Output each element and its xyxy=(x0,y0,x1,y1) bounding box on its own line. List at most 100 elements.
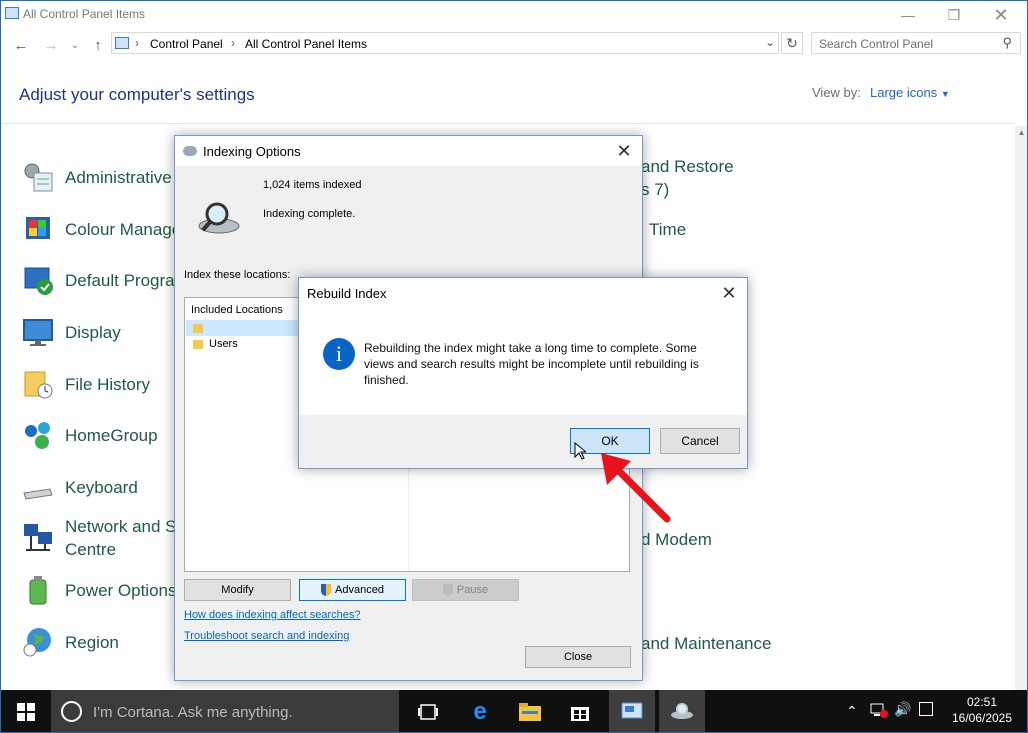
modify-button[interactable]: Modify xyxy=(184,579,291,601)
included-locations-header: Included Locations xyxy=(191,304,283,316)
crumb-separator-icon: › xyxy=(231,36,235,50)
up-button[interactable]: ↑ xyxy=(87,34,109,56)
cp-item-label: Power Options xyxy=(65,580,177,600)
troubleshoot-link[interactable]: Troubleshoot search and indexing xyxy=(184,630,349,642)
cp-item-label: Region xyxy=(65,632,119,652)
cortana-placeholder: I'm Cortana. Ask me anything. xyxy=(93,703,293,721)
clock-time: 02:51 xyxy=(966,695,998,709)
file-explorer-icon[interactable] xyxy=(507,690,553,732)
cp-item-label: Display xyxy=(65,322,121,342)
minimize-button[interactable]: — xyxy=(885,1,931,29)
cp-item-region[interactable]: Region xyxy=(21,622,119,662)
dialog-title: Indexing Options xyxy=(203,143,301,159)
dialog-close-button[interactable]: ✕ xyxy=(606,136,642,166)
clock-date: 16/06/2025 xyxy=(951,711,1013,725)
store-icon[interactable] xyxy=(557,690,603,732)
cp-item-label: Colour Manage xyxy=(65,219,182,239)
close-window-button[interactable]: ✕ xyxy=(978,1,1024,29)
shield-icon xyxy=(442,584,453,596)
search-icon: ⚲ xyxy=(1002,35,1012,50)
indexing-drive-icon xyxy=(197,198,241,243)
start-button[interactable] xyxy=(3,690,49,732)
crumb-all-items[interactable]: All Control Panel Items xyxy=(245,37,367,51)
crumb-separator-icon: › xyxy=(135,36,139,50)
edge-icon[interactable]: e xyxy=(457,690,503,732)
back-button[interactable]: ← xyxy=(10,34,32,56)
vertical-scrollbar[interactable]: ▲ xyxy=(1015,126,1027,691)
dialog-close-button[interactable]: ✕ xyxy=(711,278,747,308)
cp-item-display[interactable]: Display xyxy=(21,312,121,352)
indexing-icon xyxy=(183,146,197,156)
view-by-value: Large icons xyxy=(870,85,938,100)
indexing-help-link[interactable]: How does indexing affect searches? xyxy=(184,609,361,621)
colour-management-icon xyxy=(21,212,55,246)
cp-item-date-time[interactable]: Time xyxy=(649,218,686,241)
cp-item-backup-restore[interactable]: and Restore s 7) xyxy=(641,155,734,201)
shield-icon xyxy=(321,584,332,596)
file-history-icon xyxy=(21,367,55,401)
title-bar: All Control Panel Items — ❐ ✕ xyxy=(1,1,1027,29)
action-center-icon[interactable] xyxy=(919,702,933,716)
cp-item-label: Administrative xyxy=(65,167,172,187)
cp-item-administrative[interactable]: Administrative xyxy=(21,157,172,197)
address-bar[interactable]: › Control Panel › All Control Panel Item… xyxy=(111,32,779,54)
network-status-icon[interactable] xyxy=(870,701,888,718)
cp-item-label: Default Progra xyxy=(65,270,175,290)
cp-item-power-options[interactable]: Power Options xyxy=(21,570,177,610)
location-row-users[interactable]: Users xyxy=(193,338,238,350)
indexing-status: Indexing complete. xyxy=(263,208,356,220)
dialog-title: Rebuild Index xyxy=(307,285,387,301)
cortana-icon xyxy=(61,701,82,722)
cp-item-label: HomeGroup xyxy=(65,425,158,445)
location-label: Users xyxy=(209,338,238,350)
indexing-taskbar-icon[interactable] xyxy=(659,690,705,732)
recent-locations-icon[interactable]: ⌄ xyxy=(64,34,86,56)
annotation-arrow xyxy=(601,453,671,523)
refresh-button[interactable]: ↻ xyxy=(781,32,803,54)
cp-item-security-maintenance[interactable]: and Maintenance xyxy=(641,632,771,655)
items-indexed-count: 1,024 items indexed xyxy=(263,179,362,191)
close-button[interactable]: Close xyxy=(525,646,631,668)
region-icon xyxy=(21,625,55,659)
volume-icon[interactable]: 🔊 xyxy=(894,701,911,718)
advanced-button[interactable]: Advanced xyxy=(299,579,406,601)
control-panel-taskbar-icon[interactable] xyxy=(609,690,655,732)
cp-item-label-2: Centre xyxy=(65,540,117,559)
rebuild-message: Rebuilding the index might take a long t… xyxy=(364,341,699,387)
cp-item-default-programs[interactable]: Default Progra xyxy=(21,260,175,300)
clock[interactable]: 02:51 16/06/2025 xyxy=(947,694,1017,726)
address-dropdown-icon[interactable]: ⌄ xyxy=(765,35,775,49)
page-title: Adjust your computer's settings xyxy=(19,85,255,104)
cp-item-colour-management[interactable]: Colour Manage xyxy=(21,209,181,249)
pause-button[interactable]: Pause xyxy=(412,579,519,601)
location-row-selected[interactable] xyxy=(186,320,304,336)
info-icon: i xyxy=(323,338,355,370)
task-view-icon[interactable] xyxy=(405,690,451,732)
power-options-icon xyxy=(21,573,55,607)
search-input[interactable]: Search Control Panel ⚲ xyxy=(811,32,1021,54)
show-hidden-icons[interactable]: ⌃ xyxy=(846,703,858,720)
display-icon xyxy=(21,315,55,349)
maximize-button[interactable]: ❐ xyxy=(931,1,977,29)
locations-label: Index these locations: xyxy=(184,269,291,281)
admin-tools-icon xyxy=(21,160,55,194)
address-cp-icon xyxy=(115,37,129,49)
cp-item-label: File History xyxy=(65,374,151,394)
folder-icon xyxy=(193,339,203,349)
cp-item-homegroup[interactable]: HomeGroup xyxy=(21,415,158,455)
cp-item-file-history[interactable]: File History xyxy=(21,364,150,404)
cp-item-phone-modem[interactable]: d Modem xyxy=(641,528,712,551)
mouse-cursor-icon xyxy=(574,441,588,465)
cortana-search-box[interactable]: I'm Cortana. Ask me anything. xyxy=(51,690,399,732)
cp-item-network[interactable]: Network and S Centre xyxy=(21,514,177,562)
dialog-title-bar: Indexing Options xyxy=(175,136,642,166)
control-panel-icon xyxy=(5,7,19,19)
dialog-title-bar: Rebuild Index xyxy=(299,278,747,308)
view-by-dropdown[interactable]: Large icons ▼ xyxy=(870,85,950,100)
cp-item-keyboard[interactable]: Keyboard xyxy=(21,467,138,507)
crumb-control-panel[interactable]: Control Panel xyxy=(150,37,223,51)
view-by-label: View by: xyxy=(812,85,861,100)
forward-button[interactable]: → xyxy=(40,34,62,56)
scroll-up-icon[interactable]: ▲ xyxy=(1015,128,1027,137)
cp-item-label: and Restore xyxy=(641,157,734,176)
